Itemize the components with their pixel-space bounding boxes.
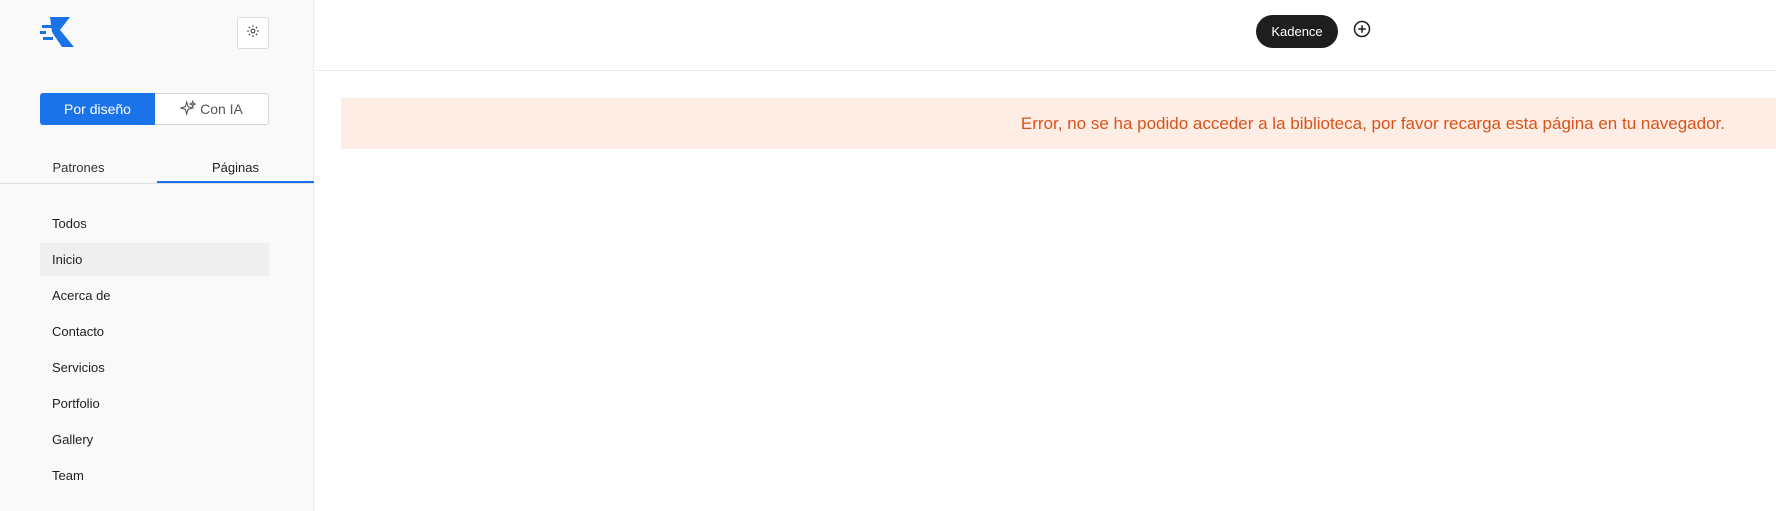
page-category-contacto[interactable]: Contacto [40,315,269,348]
gear-icon [246,24,260,43]
kadence-library-button[interactable]: Kadence [1256,15,1338,48]
tab-patrones[interactable]: Patrones [0,156,157,183]
page-category-portfolio[interactable]: Portfolio [40,387,269,420]
ai-mode-button[interactable]: Con IA [155,93,269,125]
page-category-todos[interactable]: Todos [40,207,269,240]
design-mode-button[interactable]: Por diseño [40,93,155,125]
page-category-team[interactable]: Team [40,459,269,492]
sidebar-tabs: Patrones Páginas [0,156,314,184]
sparkle-icon [178,99,198,119]
page-category-gallery[interactable]: Gallery [40,423,269,456]
kadence-library-label: Kadence [1271,24,1323,39]
error-notice: Error, no se ha podido acceder a la bibl… [341,98,1776,149]
settings-button[interactable] [237,17,269,49]
tab-paginas[interactable]: Páginas [157,156,314,183]
plus-circle-icon [1353,20,1371,43]
page-category-servicios[interactable]: Servicios [40,351,269,384]
page-category-list: Todos Inicio Acerca de Contacto Servicio… [40,207,269,495]
mode-toggle: Por diseño Con IA [40,93,269,125]
design-mode-label: Por diseño [64,101,131,117]
sidebar: Por diseño Con IA Patrones Páginas Todos… [0,0,314,511]
add-library-button[interactable] [1352,20,1372,43]
error-message: Error, no se ha podido acceder a la bibl… [1020,113,1725,133]
ai-mode-label: Con IA [200,101,243,117]
top-bar [315,0,1776,71]
kadence-logo [40,17,74,47]
page-category-inicio[interactable]: Inicio [40,243,269,276]
page-category-acerca-de[interactable]: Acerca de [40,279,269,312]
